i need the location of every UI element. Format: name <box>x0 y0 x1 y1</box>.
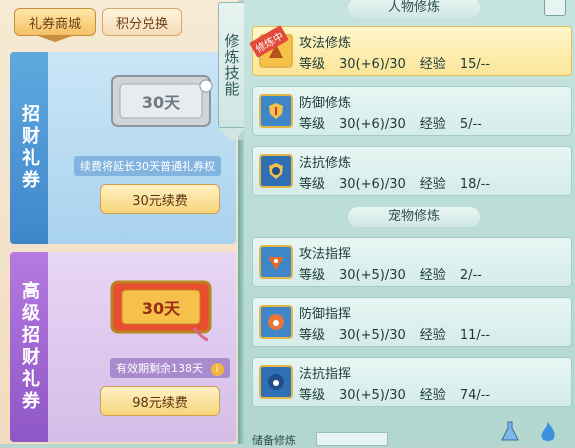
level-label: 等级 <box>299 268 326 283</box>
level-label: 等级 <box>299 177 326 192</box>
skill-stats: 等级 30(+5)/30 经验 11/-- <box>299 324 504 343</box>
skill-stats: 等级 30(+6)/30 经验 5/-- <box>299 113 496 132</box>
skill-row-attack-magic[interactable]: 修炼中 攻法修炼 等级 30(+6)/30 经验 15/-- <box>249 25 572 76</box>
skill-row-pet-resist[interactable]: 法抗指挥 等级 30(+5)/30 经验 74/-- <box>252 357 572 407</box>
premium-coupon-card: 高级招财礼券 30天 有效期剩余138天 i 98元续费 <box>10 252 236 442</box>
exp-label: 经验 <box>419 117 446 132</box>
pet-attack-icon <box>259 245 293 279</box>
level-value: 30(+6)/30 <box>339 117 406 132</box>
reserve-label: 储备修炼 <box>252 434 296 447</box>
skills-banner: 修炼技能 <box>218 2 246 128</box>
level-label: 等级 <box>299 57 326 72</box>
exp-value: 2/-- <box>459 268 482 283</box>
right-panel: 人物修炼 修炼中 攻法修炼 等级 30(+6)/30 经验 15/-- 防御修炼 等级… <box>244 0 575 447</box>
premium-ticket-label: 30天 <box>142 299 181 318</box>
skill-stats: 等级 30(+5)/30 经验 2/-- <box>299 264 496 283</box>
tab-active-indicator <box>38 36 72 42</box>
premium-info-text: 有效期剩余138天 i <box>110 358 230 378</box>
exp-value: 18/-- <box>459 177 491 192</box>
banner-tip <box>218 128 246 142</box>
level-value: 30(+6)/30 <box>339 57 406 72</box>
left-panel: 礼券商城 积分兑换 招财礼券 30天 续费将延长30天普通礼券权 30元续费 高… <box>0 0 238 444</box>
info-icon[interactable]: i <box>210 362 224 376</box>
exp-value: 74/-- <box>459 388 491 403</box>
skill-stats: 等级 30(+6)/30 经验 18/-- <box>299 173 504 192</box>
pet-defense-icon <box>259 305 293 339</box>
skill-stats: 等级 30(+5)/30 经验 74/-- <box>299 384 504 403</box>
magic-resist-icon <box>259 154 293 188</box>
premium-card-title: 高级招财礼券 <box>10 252 48 442</box>
basic-card-title: 招财礼券 <box>10 52 48 244</box>
defense-icon <box>259 94 293 128</box>
pet-resist-icon <box>259 365 293 399</box>
level-label: 等级 <box>299 388 326 403</box>
skill-name: 攻法修炼 <box>299 36 352 51</box>
gold-ticket-icon: 30天 <box>110 280 212 342</box>
basic-ticket-label: 30天 <box>142 93 181 112</box>
skill-stats: 等级 30(+6)/30 经验 15/-- <box>299 53 504 72</box>
exp-label: 经验 <box>419 268 446 283</box>
skill-row-pet-attack[interactable]: 攻法指挥 等级 30(+5)/30 经验 2/-- <box>252 237 572 287</box>
premium-renew-button[interactable]: 98元续费 <box>100 386 220 416</box>
skill-name: 法抗指挥 <box>299 367 352 382</box>
skill-name: 防御指挥 <box>299 307 352 322</box>
level-value: 30(+6)/30 <box>339 177 406 192</box>
premium-info-label: 有效期剩余138天 <box>116 362 203 375</box>
exp-label: 经验 <box>419 177 446 192</box>
exp-label: 经验 <box>419 388 446 403</box>
silver-ticket-icon: 30天 <box>111 75 213 127</box>
skill-row-defense[interactable]: 防御修炼 等级 30(+6)/30 经验 5/-- <box>252 86 572 136</box>
flame-icon[interactable] <box>538 420 558 444</box>
potion-flask-icon[interactable] <box>500 420 520 444</box>
section-title-character: 人物修炼 <box>348 0 480 18</box>
basic-info-label: 续费将延长30天普通礼券权 <box>80 160 215 173</box>
section-title-pet: 宠物修炼 <box>348 207 480 227</box>
exp-label: 经验 <box>419 328 446 343</box>
level-label: 等级 <box>299 328 326 343</box>
skill-row-magic-resist[interactable]: 法抗修炼 等级 30(+6)/30 经验 18/-- <box>252 146 572 196</box>
exp-value: 5/-- <box>459 117 482 132</box>
exp-value: 15/-- <box>459 57 491 72</box>
exp-label: 经验 <box>419 57 446 72</box>
skill-row-pet-defense[interactable]: 防御指挥 等级 30(+5)/30 经验 11/-- <box>252 297 572 347</box>
level-value: 30(+5)/30 <box>339 388 406 403</box>
level-label: 等级 <box>299 117 326 132</box>
skill-name: 攻法指挥 <box>299 247 352 262</box>
basic-info-text: 续费将延长30天普通礼券权 <box>74 156 221 176</box>
level-value: 30(+5)/30 <box>339 268 406 283</box>
basic-renew-button[interactable]: 30元续费 <box>100 184 220 214</box>
tab-coupon-shop[interactable]: 礼券商城 <box>14 8 96 36</box>
exp-value: 11/-- <box>459 328 491 343</box>
basic-coupon-card: 招财礼券 30天 续费将延长30天普通礼券权 30元续费 <box>10 52 236 244</box>
level-value: 30(+5)/30 <box>339 328 406 343</box>
skill-name: 防御修炼 <box>299 96 352 111</box>
tab-points-exchange[interactable]: 积分兑换 <box>102 8 182 36</box>
skill-name: 法抗修炼 <box>299 156 352 171</box>
edit-icon[interactable] <box>544 0 566 16</box>
